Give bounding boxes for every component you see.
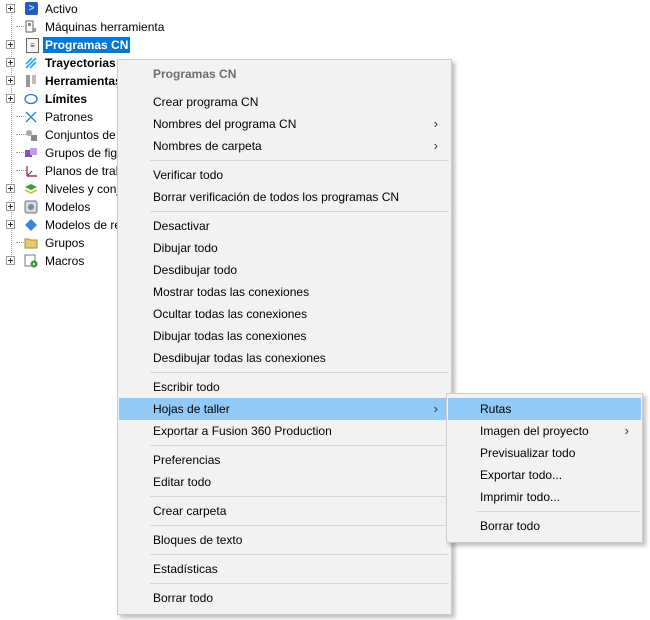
menu-separator — [150, 445, 449, 446]
menu-item-borrar-verificacion[interactable]: Borrar verificación de todos los program… — [119, 186, 450, 208]
expand-icon[interactable] — [6, 202, 15, 211]
submenu-item-previsualizar-todo[interactable]: Previsualizar todo — [448, 442, 641, 464]
menu-item-nombres-carpeta[interactable]: Nombres de carpeta › — [119, 135, 450, 157]
stock-model-icon — [23, 217, 39, 233]
model-icon — [23, 199, 39, 215]
menu-item-nombres-programa[interactable]: Nombres del programa CN › — [119, 113, 450, 135]
tree-item-label: Grupos de figu — [45, 146, 124, 160]
tree-item-label: Patrones — [45, 110, 94, 124]
menu-item-mostrar-conexiones[interactable]: Mostrar todas las conexiones — [119, 281, 450, 303]
tree-item-label: Modelos de re — [45, 218, 122, 232]
menu-item-editar-todo[interactable]: Editar todo — [119, 471, 450, 493]
tree-item-label: Modelos — [45, 200, 91, 214]
menu-separator — [150, 525, 449, 526]
expand-icon[interactable] — [6, 256, 15, 265]
tree-item-label: Conjuntos de — [45, 128, 116, 142]
menu-item-label: Imagen del proyecto — [480, 424, 589, 438]
expand-icon[interactable] — [6, 220, 15, 229]
menu-item-label: Hojas de taller — [153, 402, 230, 416]
menu-item-desactivar[interactable]: Desactivar — [119, 215, 450, 237]
tree-item-activo[interactable]: > Activo — [6, 0, 206, 18]
menu-separator — [150, 211, 449, 212]
tree-item-label: Programas CN — [43, 37, 131, 53]
submenu-item-imprimir-todo[interactable]: Imprimir todo... — [448, 486, 641, 508]
tree-item-label: Trayectorias — [45, 56, 116, 70]
tree-item-label: Grupos — [45, 236, 85, 250]
submenu-item-rutas[interactable]: Rutas — [448, 398, 641, 420]
menu-item-preferencias[interactable]: Preferencias — [119, 449, 450, 471]
submenu-item-imagen-proyecto[interactable]: Imagen del proyecto › — [448, 420, 641, 442]
menu-separator — [150, 160, 449, 161]
menu-item-verificar-todo[interactable]: Verificar todo — [119, 164, 450, 186]
tree-item-programas-cn[interactable]: ≡ Programas CN — [6, 36, 206, 54]
tree-item-label: Límites — [45, 92, 88, 106]
feature-set-icon — [23, 127, 39, 143]
expand-icon[interactable] — [6, 94, 15, 103]
submenu-arrow-icon: › — [433, 116, 438, 131]
menu-item-escribir-todo[interactable]: Escribir todo — [119, 376, 450, 398]
toolpath-icon — [23, 55, 39, 71]
menu-item-borrar-todo[interactable]: Borrar todo — [119, 587, 450, 609]
tree-item-label: Activo — [45, 2, 78, 16]
tree-item-label: Macros — [45, 254, 85, 268]
tree-item-label: Planos de trab — [45, 164, 123, 178]
submenu-arrow-icon: › — [433, 401, 438, 416]
menu-separator — [150, 583, 449, 584]
submenu-arrow-icon: › — [624, 423, 629, 438]
menu-item-estadisticas[interactable]: Estadísticas — [119, 558, 450, 580]
menu-separator — [150, 554, 449, 555]
menu-item-crear-programa[interactable]: Crear programa CN — [119, 91, 450, 113]
context-menu: Programas CN Crear programa CN Nombres d… — [117, 59, 452, 615]
menu-item-exportar-fusion[interactable]: Exportar a Fusion 360 Production — [119, 420, 450, 442]
pattern-icon — [23, 109, 39, 125]
machine-tool-icon — [23, 19, 39, 35]
submenu-arrow-icon: › — [433, 138, 438, 153]
menu-separator — [477, 511, 640, 512]
nc-program-icon: ≡ — [26, 38, 39, 53]
menu-separator — [150, 496, 449, 497]
expand-icon[interactable] — [6, 58, 15, 67]
menu-separator — [150, 372, 449, 373]
menu-item-label: Nombres del programa CN — [153, 117, 297, 131]
menu-item-ocultar-conexiones[interactable]: Ocultar todas las conexiones — [119, 303, 450, 325]
explorer-tree: > Activo Máquinas herramienta ≡ Programa… — [0, 0, 164, 280]
menu-item-dibujar-todo[interactable]: Dibujar todo — [119, 237, 450, 259]
menu-item-hojas-taller[interactable]: Hojas de taller › — [119, 398, 450, 420]
feature-group-icon — [23, 145, 39, 161]
menu-item-desdibujar-todo[interactable]: Desdibujar todo — [119, 259, 450, 281]
menu-item-desdibujar-conexiones[interactable]: Desdibujar todas las conexiones — [119, 347, 450, 369]
tree-item-label: Herramientas — [45, 74, 122, 88]
tree-item-label: Niveles y conj — [45, 182, 120, 196]
activo-icon: > — [25, 2, 38, 15]
group-folder-icon — [23, 235, 39, 251]
macro-icon — [23, 253, 39, 269]
boundary-icon — [23, 91, 39, 107]
levels-icon — [23, 181, 39, 197]
menu-item-crear-carpeta[interactable]: Crear carpeta — [119, 500, 450, 522]
tree-item-maquinas[interactable]: Máquinas herramienta — [6, 18, 206, 36]
context-menu-header: Programas CN — [153, 67, 237, 81]
tools-icon — [23, 73, 39, 89]
expand-icon[interactable] — [6, 4, 15, 13]
expand-icon[interactable] — [6, 184, 15, 193]
menu-item-dibujar-conexiones[interactable]: Dibujar todas las conexiones — [119, 325, 450, 347]
hojas-taller-submenu: Rutas Imagen del proyecto › Previsualiza… — [446, 393, 643, 543]
expand-icon[interactable] — [6, 76, 15, 85]
submenu-item-exportar-todo[interactable]: Exportar todo... — [448, 464, 641, 486]
menu-item-label: Nombres de carpeta — [153, 139, 262, 153]
expand-icon[interactable] — [6, 40, 15, 49]
menu-item-bloques-texto[interactable]: Bloques de texto — [119, 529, 450, 551]
tree-item-label: Máquinas herramienta — [45, 20, 165, 34]
submenu-item-borrar-todo[interactable]: Borrar todo — [448, 515, 641, 537]
workplane-icon — [23, 163, 39, 179]
